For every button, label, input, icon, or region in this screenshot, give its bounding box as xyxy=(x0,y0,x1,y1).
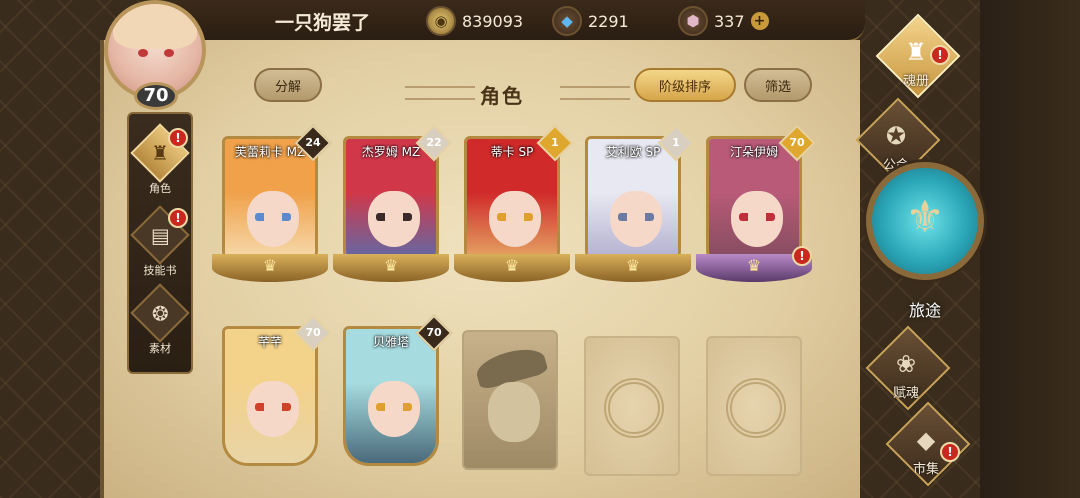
rank-crest-icon: ♛ xyxy=(746,256,762,275)
character-card[interactable]: 芙蕾莉卡 MZ ♛ 24 xyxy=(212,124,332,288)
guild-icon: ✪ xyxy=(885,122,907,150)
gem-amount: 337 xyxy=(714,11,745,31)
character-card[interactable]: 贝雅塔 70 xyxy=(343,314,453,478)
player-level-badge: 70 xyxy=(134,82,178,110)
soul-book-icon: ♜ xyxy=(905,38,927,66)
character-card[interactable]: 蒂卡 SP ♛ 1 xyxy=(454,124,574,288)
sort-button[interactable]: 阶级排序 xyxy=(634,68,736,102)
card-frame: 贝雅塔 xyxy=(343,326,439,466)
crystal-counter: ◆ 2291 xyxy=(552,5,629,37)
rank-crest-icon: ♛ xyxy=(383,256,399,275)
journey-label: 旅途 xyxy=(908,301,941,320)
gold-counter: ◉ 839093 xyxy=(426,5,523,37)
journey-icon: ⚜ xyxy=(905,192,945,243)
gold-amount: 839093 xyxy=(462,11,524,31)
alert-badge: ! xyxy=(168,128,188,148)
page-title: 角色 xyxy=(480,84,524,108)
gem-counter: ⬢ 337 + xyxy=(678,5,769,37)
locked-character-slot[interactable] xyxy=(462,330,558,470)
player-name: 一只狗罢了 xyxy=(275,12,371,34)
soul-book-label: 魂册 xyxy=(902,74,929,89)
alert-badge: ! xyxy=(930,45,950,65)
soul-gift-label: 赋魂 xyxy=(892,386,919,401)
character-card[interactable]: 艾利欧 SP ♛ 1 xyxy=(575,124,695,288)
gem-icon: ◆ xyxy=(916,426,936,454)
market-button[interactable]: ◆ 市集 xyxy=(876,401,976,494)
title-ornament-right xyxy=(560,86,630,100)
title-ornament-left xyxy=(405,86,475,100)
swirl-icon: ❀ xyxy=(895,350,917,378)
crest-icon: ❂ xyxy=(130,283,190,343)
market-label: 市集 xyxy=(912,462,939,477)
right-rail xyxy=(980,0,1080,498)
alert-badge: ! xyxy=(792,246,812,266)
empty-slot xyxy=(706,336,802,476)
gem-icon: ⬢ xyxy=(678,6,708,36)
journey-button[interactable]: ⚜ 旅途 xyxy=(866,162,984,320)
soul-book-button[interactable]: ♜ 魂册 xyxy=(866,13,966,106)
decompose-button[interactable]: 分解 xyxy=(254,68,322,102)
character-card[interactable]: 芊芊 70 xyxy=(222,314,332,478)
character-card[interactable]: 汀朵伊姆 ♛ 70 xyxy=(696,124,816,288)
rank-crest-icon: ♛ xyxy=(625,256,641,275)
filter-button[interactable]: 筛选 xyxy=(744,68,812,102)
empty-slot xyxy=(584,336,680,476)
left-nav-item-material[interactable]: ❂ 素材 xyxy=(127,283,193,356)
rank-crest-icon: ♛ xyxy=(504,256,520,275)
rank-crest-icon: ♛ xyxy=(262,256,278,275)
soul-gift-button[interactable]: ❀ 赋魂 xyxy=(856,325,956,418)
alert-badge: ! xyxy=(168,208,188,228)
character-card[interactable]: 杰罗姆 MZ ♛ 22 xyxy=(333,124,453,288)
crystal-icon: ◆ xyxy=(552,6,582,36)
card-frame: 芊芊 xyxy=(222,326,318,466)
add-gem-button[interactable]: + xyxy=(750,12,769,30)
gold-coin-icon: ◉ xyxy=(426,6,456,36)
crystal-amount: 2291 xyxy=(588,11,629,31)
alert-badge: ! xyxy=(940,442,960,462)
